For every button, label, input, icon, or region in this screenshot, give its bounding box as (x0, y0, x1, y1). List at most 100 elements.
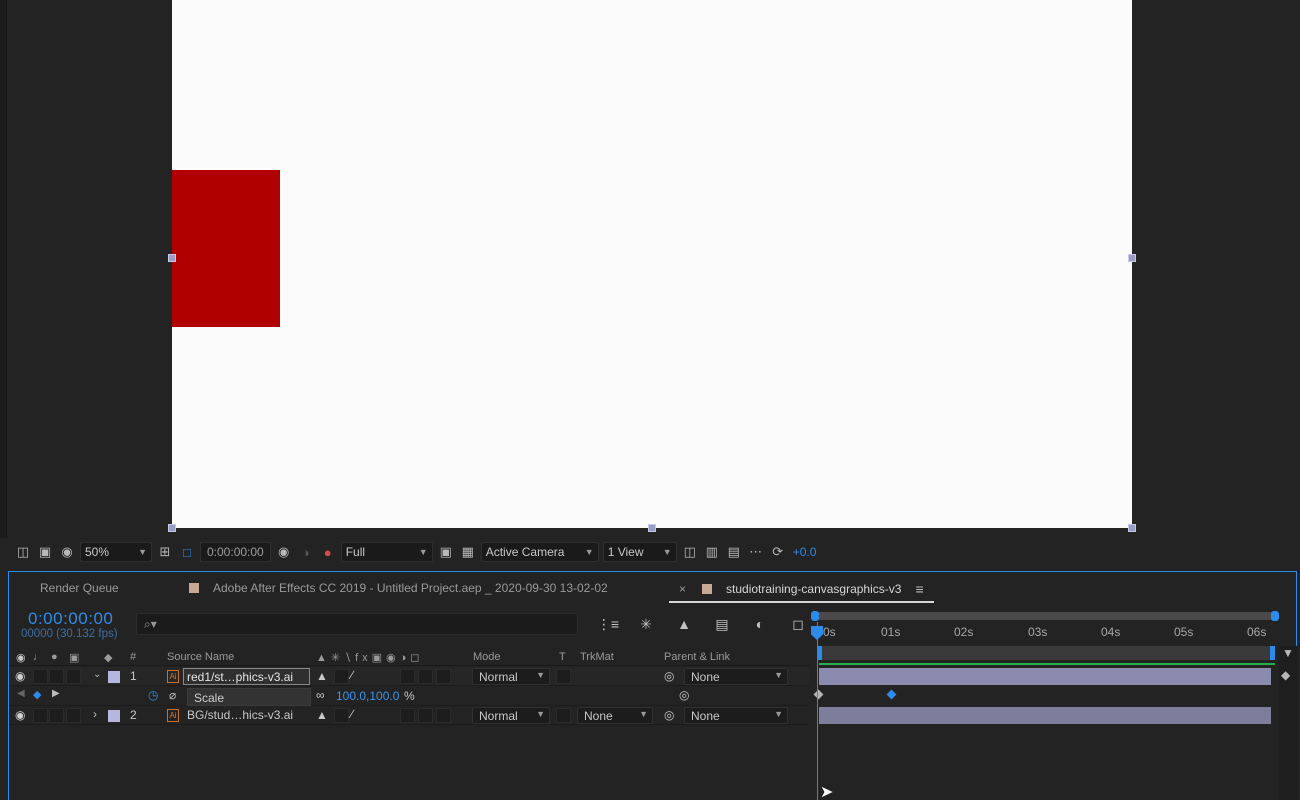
show-snapshot-icon[interactable]: ◑ (295, 541, 317, 563)
comp-marker-bin-icon[interactable]: ▼ (1282, 646, 1294, 660)
tab-composition[interactable]: × studiotraining-canvasgraphics-v3 ≡ (669, 577, 934, 603)
composition-canvas[interactable] (172, 0, 1132, 528)
effects-switch[interactable] (400, 669, 415, 684)
pick-whip-icon[interactable]: ◎ (664, 708, 674, 722)
add-keyframe-icon[interactable]: ◆ (33, 688, 41, 701)
solo-icon[interactable]: ● (51, 651, 58, 663)
label-tag-icon[interactable]: ◆ (104, 651, 112, 664)
navigator-end-handle[interactable] (1271, 611, 1279, 621)
red-layer-preview[interactable] (172, 170, 280, 327)
prev-keyframe-icon[interactable]: ◀ (17, 688, 25, 699)
magnification-dropdown[interactable]: 50% ▼ (80, 542, 152, 562)
draft-3d-icon[interactable]: ✳ (633, 612, 659, 636)
tab-render-queue[interactable]: Render Queue (9, 572, 179, 604)
fast-previews-icon[interactable]: ▥ (701, 541, 723, 563)
keyframe-diamond-selected[interactable] (886, 689, 897, 700)
close-tab-icon[interactable]: × (679, 582, 686, 596)
safe-zones-icon[interactable]: ⊞ (154, 541, 176, 563)
panel-menu-icon[interactable]: ≡ (915, 581, 923, 597)
camera-view-dropdown[interactable]: Active Camera ▼ (480, 542, 599, 562)
frame-blending-icon[interactable]: ▤ (709, 612, 735, 636)
solo-toggle[interactable] (49, 708, 64, 723)
collapse-switch[interactable] (334, 669, 349, 684)
motion-blur-switch[interactable] (436, 669, 451, 684)
timeline-icon[interactable]: ▤ (723, 541, 745, 563)
audio-toggle[interactable] (33, 669, 48, 684)
blend-mode-dropdown[interactable]: Normal ▼ (472, 707, 550, 724)
current-time-display[interactable]: 0:00:00:00 (200, 542, 271, 562)
preserve-transparency-toggle[interactable] (556, 708, 571, 723)
lock-toggle[interactable] (66, 669, 81, 684)
tab-project[interactable]: Adobe After Effects CC 2019 - Untitled P… (179, 572, 669, 604)
keyframe-diamond[interactable] (813, 689, 824, 700)
layer-1-duration-bar[interactable] (819, 668, 1271, 685)
expression-pick-whip-icon[interactable]: ◎ (679, 688, 689, 702)
motion-blur-icon[interactable]: ◐ (747, 612, 773, 636)
visibility-eye-icon[interactable]: ◉ (15, 669, 25, 683)
collapse-switch[interactable] (334, 708, 349, 723)
transform-handle-bottom[interactable] (648, 524, 656, 532)
visibility-eye-icon[interactable]: ◉ (15, 708, 25, 722)
fast-preview-icon[interactable]: ▣ (435, 541, 457, 563)
layer-2-duration-bar[interactable] (819, 707, 1271, 724)
parent-dropdown[interactable]: None ▼ (684, 707, 788, 724)
color-channels-icon[interactable]: ● (317, 541, 339, 563)
twirl-right-chevron-icon[interactable]: › (93, 707, 97, 721)
region-of-interest-icon[interactable]: □ (176, 541, 198, 563)
timeline-graph[interactable]: 0s 01s 02s 03s 04s 05s 06s (811, 608, 1296, 800)
resolution-dropdown[interactable]: Full ▼ (340, 542, 433, 562)
composition-viewer[interactable] (0, 0, 1300, 538)
mask-visibility-icon[interactable]: ◉ (56, 541, 78, 563)
transform-handle-bottom-left[interactable] (168, 524, 176, 532)
track-matte-dropdown[interactable]: None ▼ (577, 707, 653, 724)
exposure-value[interactable]: +0.0 (793, 545, 817, 559)
quality-switch-icon[interactable]: ∕ (351, 668, 353, 682)
transform-handle-bottom-right[interactable] (1128, 524, 1136, 532)
constrain-proportions-link-icon[interactable]: ∞ (316, 688, 325, 702)
lock-toggle[interactable] (66, 708, 81, 723)
composition-mini-flowchart-icon[interactable]: ⋮≡ (595, 612, 621, 636)
parent-dropdown[interactable]: None ▼ (684, 668, 788, 685)
playhead-line[interactable] (817, 622, 818, 800)
reset-exposure-icon[interactable]: ⟳ (767, 541, 789, 563)
layer-row-1[interactable]: ◉ ⌄ 1 Ai red1/st…phics-v3.ai ▲ ∕ Normal … (9, 667, 809, 686)
always-preview-icon[interactable]: ◫ (12, 541, 34, 563)
time-navigator-bar[interactable] (811, 612, 1276, 620)
av-features-eye-icon[interactable]: ◉ (16, 651, 26, 664)
stopwatch-icon[interactable]: ◷ (148, 688, 158, 702)
preserve-transparency-toggle[interactable] (556, 669, 571, 684)
monitor-icon[interactable]: ▣ (34, 541, 56, 563)
frame-blend-switch[interactable] (418, 708, 433, 723)
time-ruler[interactable]: 0s 01s 02s 03s 04s 05s 06s (811, 622, 1281, 644)
snapshot-camera-icon[interactable]: ◉ (273, 541, 295, 563)
shy-layers-icon[interactable]: ▲ (671, 612, 697, 636)
pick-whip-icon[interactable]: ◎ (664, 669, 674, 683)
twirl-down-chevron-icon[interactable]: ⌄ (93, 669, 101, 680)
frame-blend-switch[interactable] (418, 669, 433, 684)
effects-switch[interactable] (400, 708, 415, 723)
scale-value[interactable]: 100.0,100.0 (336, 689, 399, 703)
layer-search-input[interactable]: ⌕▾ (136, 613, 578, 635)
layer-label-color[interactable] (108, 710, 120, 722)
blend-mode-dropdown[interactable]: Normal ▼ (472, 668, 550, 685)
transparency-grid-icon[interactable]: ▦ (457, 541, 479, 563)
source-name-header[interactable]: Source Name (167, 651, 234, 663)
motion-blur-switch[interactable] (436, 708, 451, 723)
audio-icon[interactable]: ♩ (33, 651, 44, 663)
transform-handle-right[interactable] (1128, 254, 1136, 262)
layer-name[interactable]: BG/stud…hics-v3.ai (187, 708, 293, 722)
navigator-start-handle[interactable] (811, 611, 819, 621)
work-area-bar[interactable] (817, 646, 1275, 660)
graph-editor-icon[interactable]: ◻ (785, 612, 811, 636)
layer-label-color[interactable] (108, 671, 120, 683)
lock-icon[interactable]: ▣ (69, 651, 79, 664)
shy-switch-icon[interactable]: ▲ (316, 708, 328, 722)
layer-row-2[interactable]: ◉ › 2 Ai BG/stud…hics-v3.ai ▲ ∕ Normal ▼… (9, 706, 809, 725)
comp-button-icon[interactable]: ◆ (1281, 668, 1290, 682)
shy-switch-icon[interactable]: ▲ (316, 669, 328, 683)
view-layout-dropdown[interactable]: 1 View ▼ (602, 542, 677, 562)
property-row-scale[interactable]: ◀ ◆ ▶ ◷ ⌀ Scale ∞ 100.0,100.0 % ◎ (9, 687, 809, 706)
graph-icon[interactable]: ⌀ (169, 688, 176, 702)
layer-name[interactable]: red1/st…phics-v3.ai (183, 668, 310, 685)
solo-toggle[interactable] (49, 669, 64, 684)
